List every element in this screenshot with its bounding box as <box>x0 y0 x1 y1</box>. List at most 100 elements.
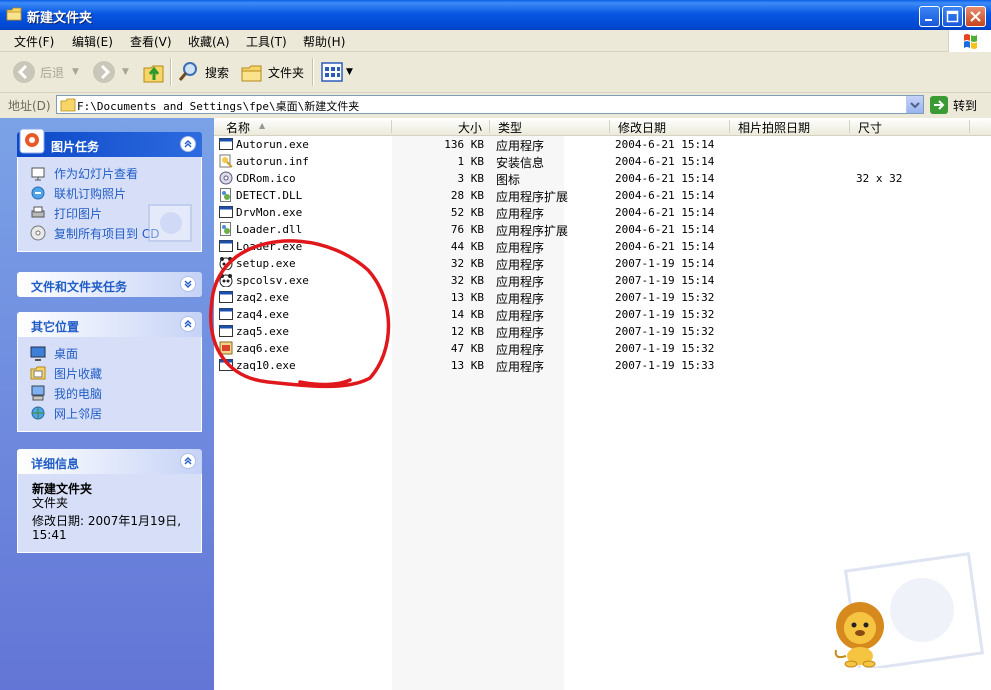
order-prints-icon <box>31 186 45 200</box>
forward-dropdown-icon[interactable]: ▼ <box>122 67 129 77</box>
address-input[interactable]: F:\Documents and Settings\fpe\桌面\新建文件夹 <box>56 95 924 114</box>
file-type: 应用程序 <box>496 292 545 306</box>
details-body: 新建文件夹 文件夹 修改日期: 2007年1月19日, 15:41 <box>17 474 202 553</box>
file-size: 47 KB <box>450 342 484 355</box>
file-date: 2007-1-19 15:14 <box>615 257 715 270</box>
folders-button[interactable]: 文件夹 <box>240 58 304 86</box>
column-photo-date[interactable]: 相片拍照日期 <box>738 119 810 136</box>
table-row[interactable]: zaq2.exe 13 KB 应用程序 2007-1-19 15:32 <box>214 289 991 306</box>
table-row[interactable]: DETECT.DLL 28 KB 应用程序扩展 2004-6-21 15:14 <box>214 187 991 204</box>
details-header[interactable]: 详细信息 <box>17 449 202 474</box>
menu-file[interactable]: 文件(F) <box>14 33 54 50</box>
file-tasks-header[interactable]: 文件和文件夹任务 <box>17 272 202 297</box>
file-tasks-title: 文件和文件夹任务 <box>31 280 128 294</box>
file-date: 2007-1-19 15:32 <box>615 308 715 321</box>
chevron-down-icon <box>910 102 920 109</box>
menu-help[interactable]: 帮助(H) <box>303 33 345 50</box>
watermark-picture-icon <box>148 204 192 242</box>
collapse-chevron-icon[interactable] <box>180 316 196 332</box>
column-dimensions[interactable]: 尺寸 <box>858 119 882 136</box>
network-places-link[interactable]: 网上邻居 <box>18 403 201 423</box>
file-size: 32 KB <box>450 274 484 287</box>
maximize-button[interactable] <box>942 6 963 27</box>
file-date: 2004-6-21 15:14 <box>615 206 715 219</box>
file-date: 2007-1-19 15:32 <box>615 325 715 338</box>
file-size: 32 KB <box>450 257 484 270</box>
my-computer-link[interactable]: 我的电脑 <box>18 383 201 403</box>
go-button[interactable]: 转到 <box>930 95 977 115</box>
file-type: 图标 <box>496 173 521 187</box>
details-panel: 详细信息 新建文件夹 文件夹 修改日期: 2007年1月19日, 15:41 <box>17 449 202 553</box>
my-pictures-link[interactable]: 图片收藏 <box>18 363 201 383</box>
file-type: 应用程序 <box>496 139 545 153</box>
table-row[interactable]: zaq5.exe 12 KB 应用程序 2007-1-19 15:32 <box>214 323 991 340</box>
table-row[interactable]: Autorun.exe 136 KB 应用程序 2004-6-21 15:14 <box>214 136 991 153</box>
menu-edit[interactable]: 编辑(E) <box>72 33 113 50</box>
picture-tasks-panel: 图片任务 作为幻灯片查看 联机订购照片 打印图片 复制所有项目到 CD <box>17 128 202 252</box>
search-button[interactable]: 搜索 <box>177 58 229 86</box>
file-type: 应用程序 <box>496 207 545 221</box>
address-label: 地址(D) <box>8 99 51 113</box>
collapse-chevron-icon[interactable] <box>180 136 196 152</box>
file-date: 2007-1-19 15:14 <box>615 274 715 287</box>
forward-button[interactable]: ▼ <box>92 58 129 86</box>
file-size: 13 KB <box>450 359 484 372</box>
other-places-header[interactable]: 其它位置 <box>17 312 202 337</box>
column-type[interactable]: 类型 <box>498 119 522 136</box>
file-type: 应用程序 <box>496 275 545 289</box>
desktop-link[interactable]: 桌面 <box>18 343 201 363</box>
column-size[interactable]: 大小 <box>458 119 482 136</box>
close-button[interactable] <box>965 6 986 27</box>
file-size: 76 KB <box>450 223 484 236</box>
views-button[interactable]: ▼ <box>320 58 353 86</box>
slideshow-link[interactable]: 作为幻灯片查看 <box>18 163 201 183</box>
file-dimensions: 32 x 32 <box>856 172 903 185</box>
file-size: 28 KB <box>450 189 484 202</box>
column-date[interactable]: 修改日期 <box>618 119 666 136</box>
file-date: 2004-6-21 15:14 <box>615 155 715 168</box>
order-prints-link[interactable]: 联机订购照片 <box>18 183 201 203</box>
file-size: 12 KB <box>450 325 484 338</box>
file-date: 2007-1-19 15:33 <box>615 359 715 372</box>
table-row[interactable]: DrvMon.exe 52 KB 应用程序 2004-6-21 15:14 <box>214 204 991 221</box>
address-dropdown-button[interactable] <box>906 96 923 113</box>
title-bar[interactable]: 新建文件夹 <box>0 0 991 30</box>
file-date: 2004-6-21 15:14 <box>615 138 715 151</box>
table-row[interactable]: autorun.inf 1 KB 安装信息 2004-6-21 15:14 <box>214 153 991 170</box>
collapse-chevron-icon[interactable] <box>180 453 196 469</box>
lion-mascot-icon <box>834 602 884 668</box>
table-row[interactable]: zaq10.exe 13 KB 应用程序 2007-1-19 15:33 <box>214 357 991 374</box>
desktop-icon <box>30 346 46 361</box>
table-row[interactable]: spcolsv.exe 32 KB 应用程序 2007-1-19 15:14 <box>214 272 991 289</box>
menu-favorites[interactable]: 收藏(A) <box>188 33 230 50</box>
picture-tasks-body: 作为幻灯片查看 联机订购照片 打印图片 复制所有项目到 CD <box>17 157 202 252</box>
table-row[interactable]: Loader.dll 76 KB 应用程序扩展 2004-6-21 15:14 <box>214 221 991 238</box>
column-name[interactable]: 名称 <box>226 119 250 136</box>
folder-icon <box>60 98 76 112</box>
file-size: 14 KB <box>450 308 484 321</box>
file-type: 应用程序 <box>496 309 545 323</box>
table-row[interactable]: Loader.exe 44 KB 应用程序 2004-6-21 15:14 <box>214 238 991 255</box>
file-date: 2004-6-21 15:14 <box>615 172 715 185</box>
file-list[interactable]: 名称 ▲ 大小 类型 修改日期 相片拍照日期 尺寸 Autorun.exe 136… <box>214 118 991 690</box>
back-arrow-icon <box>13 61 35 83</box>
other-places-body: 桌面 图片收藏 我的电脑 网上邻居 <box>17 337 202 432</box>
back-dropdown-icon[interactable]: ▼ <box>72 67 79 77</box>
file-type: 应用程序 <box>496 326 545 340</box>
menu-tools[interactable]: 工具(T) <box>246 33 287 50</box>
table-row[interactable]: zaq4.exe 14 KB 应用程序 2007-1-19 15:32 <box>214 306 991 323</box>
slideshow-icon <box>31 167 45 181</box>
task-pane: 图片任务 作为幻灯片查看 联机订购照片 打印图片 复制所有项目到 CD 文件和文… <box>0 118 214 690</box>
back-button[interactable]: 后退 ▼ <box>12 58 79 86</box>
up-folder-button[interactable] <box>142 58 166 86</box>
minimize-button[interactable] <box>919 6 940 27</box>
table-row[interactable]: zaq6.exe 47 KB 应用程序 2007-1-19 15:32 <box>214 340 991 357</box>
other-places-title: 其它位置 <box>31 320 80 334</box>
table-row[interactable]: setup.exe 32 KB 应用程序 2007-1-19 15:14 <box>214 255 991 272</box>
menu-view[interactable]: 查看(V) <box>130 33 172 50</box>
picture-tasks-header[interactable]: 图片任务 <box>17 128 202 157</box>
table-row[interactable]: CDRom.ico 3 KB 图标 2004-6-21 15:14 32 x 32 <box>214 170 991 187</box>
expand-chevron-icon[interactable] <box>180 276 196 292</box>
column-header: 名称 ▲ 大小 类型 修改日期 相片拍照日期 尺寸 <box>214 118 991 136</box>
search-icon <box>178 62 197 81</box>
